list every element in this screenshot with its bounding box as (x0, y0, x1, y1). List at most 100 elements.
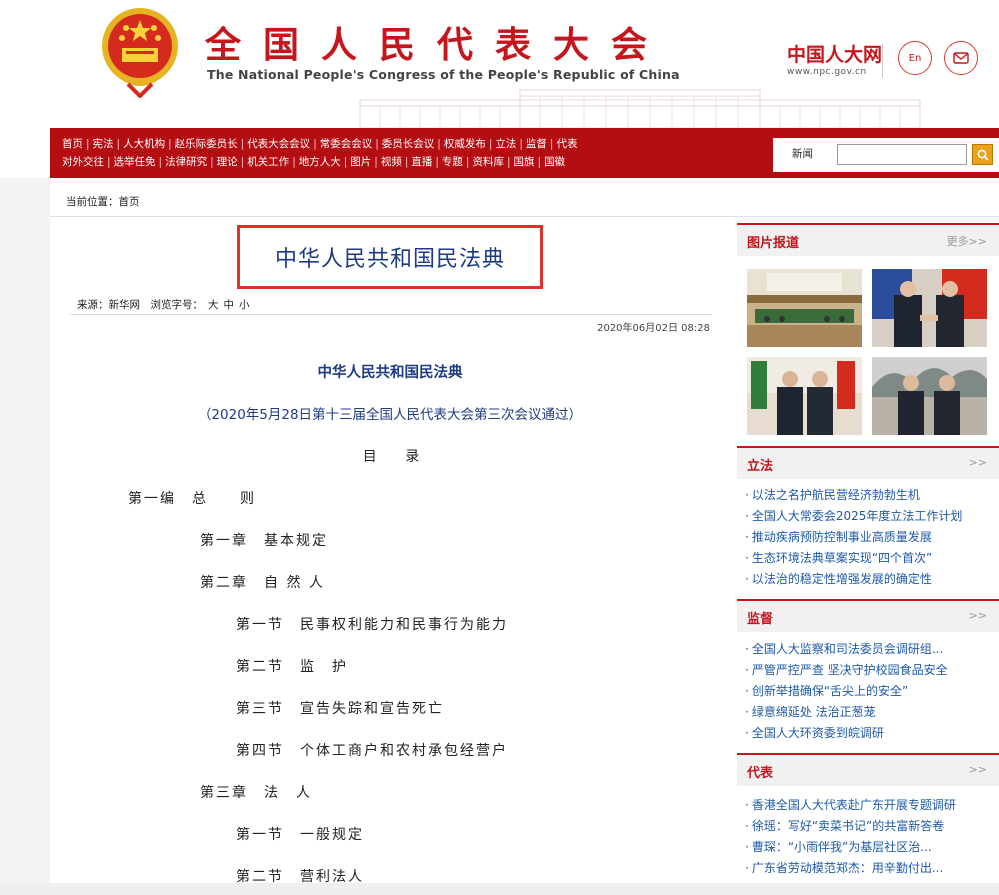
photo-report-more-link[interactable]: 更多>> (947, 233, 987, 249)
list-item-text: 绿意绵延处 法治正葱茏 (751, 705, 876, 719)
news-photo-meeting-room[interactable] (747, 269, 862, 347)
nav-link-row1-1[interactable]: 宪法 (93, 138, 114, 150)
nav-separator: | (168, 138, 172, 150)
nav-link-row2-7[interactable]: 视频 (381, 156, 402, 168)
photo-report-header: 图片报道 更多>> (737, 223, 999, 256)
supervision-title[interactable]: 监督 (747, 608, 773, 627)
toc-section-2-2[interactable]: 第二节 监 护 (236, 656, 348, 676)
nav-link-row1-7[interactable]: 权威发布 (444, 138, 486, 150)
deputies-title[interactable]: 代表 (747, 762, 773, 781)
national-emblem-icon[interactable] (98, 6, 182, 98)
legislation-more-link[interactable]: >> (969, 456, 987, 469)
great-hall-skyline-decoration (359, 89, 921, 128)
logo-divider (882, 44, 883, 78)
search-category-select[interactable]: 新闻 (788, 146, 836, 163)
nav-link-row1-6[interactable]: 委员长会议 (382, 138, 435, 150)
list-item[interactable]: · 全国人大监察和司法委员会调研组... (745, 639, 999, 660)
toc-chapter-2[interactable]: 第二章 自 然 人 (200, 572, 325, 592)
toc-chapter-1[interactable]: 第一章 基本规定 (200, 530, 328, 550)
breadcrumb: 当前位置：首页 (66, 196, 140, 208)
nav-separator: | (437, 138, 441, 150)
nav-link-row1-3[interactable]: 赵乐际委员长 (175, 138, 238, 150)
nav-link-row2-4[interactable]: 机关工作 (247, 156, 289, 168)
nav-link-row1-10[interactable]: 代表 (556, 138, 577, 150)
toc-section-2-3[interactable]: 第三节 宣告失踪和宣告死亡 (236, 698, 444, 718)
photo-report-title[interactable]: 图片报道 (747, 232, 799, 251)
nav-separator: | (549, 138, 554, 150)
nav-link-row2-3[interactable]: 理论 (217, 156, 238, 168)
content-subtitle: （2020年5月28日第十三届全国人民代表大会第三次会议通过） (197, 407, 583, 423)
publish-date: 2020年06月02日 08:28 (597, 323, 710, 334)
list-item-text: 生态环境法典草案实现“四个首次” (751, 551, 933, 565)
list-item[interactable]: · 广东省劳动模范郑杰：用辛勤付出... (745, 858, 999, 879)
nav-separator: | (404, 156, 409, 168)
nav-link-row2-9[interactable]: 专题 (442, 156, 463, 168)
source-label: 来源： (77, 299, 109, 311)
nav-link-row1-4[interactable]: 代表大会会议 (247, 138, 310, 150)
nav-link-row2-1[interactable]: 选举任免 (114, 156, 156, 168)
list-item[interactable]: · 香港全国人大代表赴广东开展专题调研 (745, 795, 999, 816)
npc-site-logo[interactable]: 中国人大网 www.npc.gov.cn (787, 44, 882, 78)
news-photo-handshake[interactable] (872, 269, 987, 347)
search-button[interactable] (972, 144, 993, 165)
list-item[interactable]: · 曹琛：“小雨伴我”为基层社区治... (745, 837, 999, 858)
nav-link-row2-5[interactable]: 地方人大 (299, 156, 341, 168)
legislation-list: · 以法之名护航民营经济勃勃生机 · 全国人大常委会2025年度立法工作计划 · 推动… (745, 485, 999, 590)
nav-link-row2-6[interactable]: 图片 (350, 156, 371, 168)
news-photo-flags[interactable] (747, 357, 862, 435)
toc-section-2-4[interactable]: 第四节 个体工商户和农村承包经营户 (236, 740, 508, 760)
list-item[interactable]: · 绿意绵延处 法治正葱茏 (745, 702, 999, 723)
list-item[interactable]: · 全国人大环资委到皖调研 (745, 723, 999, 744)
nav-separator: | (374, 156, 378, 168)
nav-link-row2-11[interactable]: 国旗 (514, 156, 535, 168)
supervision-list: · 全国人大监察和司法委员会调研组... · 严管严控严查 坚决守护校园食品安全 ·… (745, 639, 999, 744)
site-title-en: The National People's Congress of the Pe… (207, 67, 680, 82)
list-item[interactable]: · 以法治的稳定性增强发展的确定性 (745, 569, 999, 590)
nav-link-row2-12[interactable]: 国徽 (544, 156, 565, 168)
toc-section-3-1[interactable]: 第一节 一般规定 (236, 824, 364, 844)
list-item[interactable]: · 生态环境法典草案实现“四个首次” (745, 548, 999, 569)
list-item[interactable]: · 推动疾病预防控制事业高质量发展 (745, 527, 999, 548)
toc-chapter-3[interactable]: 第三章 法 人 (200, 782, 312, 802)
nav-separator: | (210, 156, 214, 168)
toc-part-1[interactable]: 第一编 总 则 (128, 488, 256, 508)
list-item[interactable]: · 以法之名护航民营经济勃勃生机 (745, 485, 999, 506)
list-item[interactable]: · 创新举措确保“舌尖上的安全” (745, 681, 999, 702)
nav-separator: | (240, 156, 245, 168)
nav-row-1: 首页 | 宪法 | 人大机构 | 赵乐际委员长 | 代表大会会议 | 常委会会议 | 委员长会议 | 权威发… (62, 135, 762, 153)
nav-separator: | (375, 138, 379, 150)
nav-link-row1-0[interactable]: 首页 (62, 138, 83, 150)
list-item-text: 全国人大环资委到皖调研 (751, 726, 884, 740)
nav-link-row1-5[interactable]: 常委会会议 (320, 138, 373, 150)
deputies-more-link[interactable]: >> (969, 763, 987, 776)
list-item[interactable]: · 严管严控严查 坚决守护校园食品安全 (745, 660, 999, 681)
page-gutter (0, 178, 50, 895)
news-photo-meeting-mural[interactable] (872, 357, 987, 435)
nav-link-row2-10[interactable]: 资料库 (472, 156, 504, 168)
toc-section-2-1[interactable]: 第一节 民事权利能力和民事行为能力 (236, 614, 508, 634)
nav-link-row2-2[interactable]: 法律研究 (165, 156, 207, 168)
mail-button[interactable] (944, 41, 978, 75)
english-version-button[interactable]: En (898, 41, 932, 75)
legislation-title[interactable]: 立法 (747, 455, 773, 474)
article-title-highlight: 中华人民共和国民法典 (237, 225, 543, 289)
nav-link-row2-0[interactable]: 对外交往 (62, 156, 104, 168)
nav-link-row2-8[interactable]: 直播 (411, 156, 432, 168)
supervision-more-link[interactable]: >> (969, 609, 987, 622)
font-size-large[interactable]: 大 (208, 299, 219, 311)
search-input[interactable] (837, 144, 967, 165)
nav-link-row1-8[interactable]: 立法 (495, 138, 516, 150)
nav-link-row1-2[interactable]: 人大机构 (123, 138, 165, 150)
list-item[interactable]: · 全国人大常委会2025年度立法工作计划 (745, 506, 999, 527)
nav-row-2: 对外交往 | 选举任免 | 法律研究 | 理论 | 机关工作 | 地方人大 | 图片 | 视频 | 直播 | 专题 |… (62, 153, 762, 171)
list-item-text: 全国人大监察和司法委员会调研组... (751, 642, 944, 656)
font-size-medium[interactable]: 中 (224, 299, 235, 311)
list-item-text: 创新举措确保“舌尖上的安全” (751, 684, 909, 698)
npc-logo-url: www.npc.gov.cn (787, 67, 867, 77)
font-size-label: 浏览字号： (150, 299, 204, 311)
list-item[interactable]: · 徐瑶：写好“卖菜书记”的共富新答卷 (745, 816, 999, 837)
article-title: 中华人民共和国民法典 (274, 247, 505, 272)
nav-link-row1-9[interactable]: 监督 (526, 138, 547, 150)
font-size-small[interactable]: 小 (239, 299, 250, 311)
toc-heading: 目 录 (362, 449, 432, 465)
